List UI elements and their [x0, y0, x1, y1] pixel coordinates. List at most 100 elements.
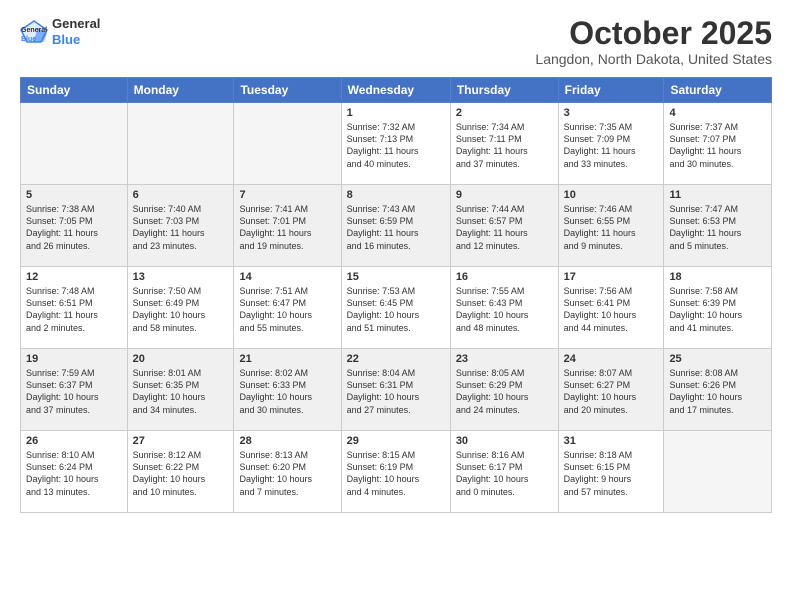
day-info: Sunrise: 7:43 AM Sunset: 6:59 PM Dayligh… — [347, 203, 445, 252]
day-number: 25 — [669, 353, 766, 365]
calendar-cell: 5 Sunrise: 7:38 AM Sunset: 7:05 PM Daylig… — [21, 185, 128, 267]
day-info: Sunrise: 7:38 AM Sunset: 7:05 PM Dayligh… — [26, 203, 122, 252]
day-number: 8 — [347, 189, 445, 201]
day-number: 6 — [133, 189, 229, 201]
calendar-cell: 12 Sunrise: 7:48 AM Sunset: 6:51 PM Dayli… — [21, 267, 128, 349]
day-info: Sunrise: 8:13 AM Sunset: 6:20 PM Dayligh… — [239, 449, 335, 498]
calendar-cell: 11 Sunrise: 7:47 AM Sunset: 6:53 PM Dayli… — [664, 185, 772, 267]
logo-icon: General Blue — [20, 20, 48, 44]
logo-general: General — [52, 16, 100, 32]
day-info: Sunrise: 7:53 AM Sunset: 6:45 PM Dayligh… — [347, 285, 445, 334]
calendar: SundayMondayTuesdayWednesdayThursdayFrid… — [20, 77, 772, 513]
day-info: Sunrise: 8:07 AM Sunset: 6:27 PM Dayligh… — [564, 367, 659, 416]
day-number: 7 — [239, 189, 335, 201]
calendar-cell: 19 Sunrise: 7:59 AM Sunset: 6:37 PM Dayli… — [21, 349, 128, 431]
calendar-cell: 17 Sunrise: 7:56 AM Sunset: 6:41 PM Dayli… — [558, 267, 664, 349]
calendar-cell: 7 Sunrise: 7:41 AM Sunset: 7:01 PM Daylig… — [234, 185, 341, 267]
day-info: Sunrise: 7:44 AM Sunset: 6:57 PM Dayligh… — [456, 203, 553, 252]
day-number: 31 — [564, 435, 659, 447]
calendar-cell: 8 Sunrise: 7:43 AM Sunset: 6:59 PM Daylig… — [341, 185, 450, 267]
day-header-saturday: Saturday — [664, 78, 772, 103]
day-header-friday: Friday — [558, 78, 664, 103]
calendar-cell: 25 Sunrise: 8:08 AM Sunset: 6:26 PM Dayli… — [664, 349, 772, 431]
calendar-cell: 9 Sunrise: 7:44 AM Sunset: 6:57 PM Daylig… — [450, 185, 558, 267]
calendar-cell: 26Sunrise: 8:10 AM Sunset: 6:24 PM Dayli… — [21, 431, 128, 513]
day-info: Sunrise: 7:40 AM Sunset: 7:03 PM Dayligh… — [133, 203, 229, 252]
day-info: Sunrise: 7:58 AM Sunset: 6:39 PM Dayligh… — [669, 285, 766, 334]
day-number: 18 — [669, 271, 766, 283]
day-info: Sunrise: 7:37 AM Sunset: 7:07 PM Dayligh… — [669, 121, 766, 170]
day-number: 22 — [347, 353, 445, 365]
day-info: Sunrise: 8:08 AM Sunset: 6:26 PM Dayligh… — [669, 367, 766, 416]
day-number: 29 — [347, 435, 445, 447]
day-number: 14 — [239, 271, 335, 283]
calendar-cell: 2Sunrise: 7:34 AM Sunset: 7:11 PM Daylig… — [450, 103, 558, 185]
day-number: 5 — [26, 189, 122, 201]
calendar-cell: 15Sunrise: 7:53 AM Sunset: 6:45 PM Dayli… — [341, 267, 450, 349]
day-number: 12 — [26, 271, 122, 283]
svg-text:General: General — [21, 27, 47, 34]
day-info: Sunrise: 8:15 AM Sunset: 6:19 PM Dayligh… — [347, 449, 445, 498]
day-info: Sunrise: 7:35 AM Sunset: 7:09 PM Dayligh… — [564, 121, 659, 170]
day-info: Sunrise: 7:56 AM Sunset: 6:41 PM Dayligh… — [564, 285, 659, 334]
day-info: Sunrise: 7:34 AM Sunset: 7:11 PM Dayligh… — [456, 121, 553, 170]
day-number: 17 — [564, 271, 659, 283]
calendar-cell: 3Sunrise: 7:35 AM Sunset: 7:09 PM Daylig… — [558, 103, 664, 185]
day-number: 10 — [564, 189, 659, 201]
calendar-cell: 23Sunrise: 8:05 AM Sunset: 6:29 PM Dayli… — [450, 349, 558, 431]
calendar-cell: 30Sunrise: 8:16 AM Sunset: 6:17 PM Dayli… — [450, 431, 558, 513]
day-info: Sunrise: 8:12 AM Sunset: 6:22 PM Dayligh… — [133, 449, 229, 498]
day-number: 27 — [133, 435, 229, 447]
day-number: 21 — [239, 353, 335, 365]
day-info: Sunrise: 7:41 AM Sunset: 7:01 PM Dayligh… — [239, 203, 335, 252]
day-number: 11 — [669, 189, 766, 201]
day-header-sunday: Sunday — [21, 78, 128, 103]
calendar-cell: 29 Sunrise: 8:15 AM Sunset: 6:19 PM Dayli… — [341, 431, 450, 513]
day-number: 20 — [133, 353, 229, 365]
calendar-cell: 14 Sunrise: 7:51 AM Sunset: 6:47 PM Dayli… — [234, 267, 341, 349]
logo: General Blue General Blue — [20, 16, 100, 47]
day-info: Sunrise: 7:32 AM Sunset: 7:13 PM Dayligh… — [347, 121, 445, 170]
day-info: Sunrise: 8:05 AM Sunset: 6:29 PM Dayligh… — [456, 367, 553, 416]
header: General Blue General Blue October 2025 L… — [20, 16, 772, 67]
calendar-cell: 22 Sunrise: 8:04 AM Sunset: 6:31 PM Dayli… — [341, 349, 450, 431]
calendar-cell: 6 Sunrise: 7:40 AM Sunset: 7:03 PM Daylig… — [127, 185, 234, 267]
day-number: 16 — [456, 271, 553, 283]
calendar-cell: 13 Sunrise: 7:50 AM Sunset: 6:49 PM Dayli… — [127, 267, 234, 349]
day-info: Sunrise: 8:04 AM Sunset: 6:31 PM Dayligh… — [347, 367, 445, 416]
calendar-week-1: 1 Sunrise: 7:32 AM Sunset: 7:13 PM Daylig… — [21, 103, 772, 185]
day-info: Sunrise: 7:59 AM Sunset: 6:37 PM Dayligh… — [26, 367, 122, 416]
calendar-week-3: 12 Sunrise: 7:48 AM Sunset: 6:51 PM Dayli… — [21, 267, 772, 349]
day-number: 28 — [239, 435, 335, 447]
calendar-cell: 4 Sunrise: 7:37 AM Sunset: 7:07 PM Daylig… — [664, 103, 772, 185]
calendar-cell — [664, 431, 772, 513]
day-number: 19 — [26, 353, 122, 365]
day-info: Sunrise: 7:50 AM Sunset: 6:49 PM Dayligh… — [133, 285, 229, 334]
calendar-cell: 20Sunrise: 8:01 AM Sunset: 6:35 PM Dayli… — [127, 349, 234, 431]
calendar-cell: 31Sunrise: 8:18 AM Sunset: 6:15 PM Dayli… — [558, 431, 664, 513]
header-row: SundayMondayTuesdayWednesdayThursdayFrid… — [21, 78, 772, 103]
day-info: Sunrise: 7:46 AM Sunset: 6:55 PM Dayligh… — [564, 203, 659, 252]
day-number: 9 — [456, 189, 553, 201]
calendar-cell — [127, 103, 234, 185]
svg-text:Blue: Blue — [21, 36, 36, 43]
calendar-cell: 27 Sunrise: 8:12 AM Sunset: 6:22 PM Dayli… — [127, 431, 234, 513]
day-number: 26 — [26, 435, 122, 447]
day-info: Sunrise: 7:47 AM Sunset: 6:53 PM Dayligh… — [669, 203, 766, 252]
calendar-cell: 18 Sunrise: 7:58 AM Sunset: 6:39 PM Dayli… — [664, 267, 772, 349]
day-info: Sunrise: 7:55 AM Sunset: 6:43 PM Dayligh… — [456, 285, 553, 334]
calendar-week-2: 5 Sunrise: 7:38 AM Sunset: 7:05 PM Daylig… — [21, 185, 772, 267]
calendar-cell: 16 Sunrise: 7:55 AM Sunset: 6:43 PM Dayli… — [450, 267, 558, 349]
title-area: October 2025 Langdon, North Dakota, Unit… — [535, 16, 772, 67]
logo-blue: Blue — [52, 32, 100, 48]
day-info: Sunrise: 7:48 AM Sunset: 6:51 PM Dayligh… — [26, 285, 122, 334]
day-info: Sunrise: 7:51 AM Sunset: 6:47 PM Dayligh… — [239, 285, 335, 334]
calendar-cell — [234, 103, 341, 185]
day-number: 1 — [347, 107, 445, 119]
calendar-cell: 21Sunrise: 8:02 AM Sunset: 6:33 PM Dayli… — [234, 349, 341, 431]
day-header-tuesday: Tuesday — [234, 78, 341, 103]
month-title: October 2025 — [535, 16, 772, 51]
day-number: 13 — [133, 271, 229, 283]
calendar-week-5: 26Sunrise: 8:10 AM Sunset: 6:24 PM Dayli… — [21, 431, 772, 513]
day-number: 4 — [669, 107, 766, 119]
